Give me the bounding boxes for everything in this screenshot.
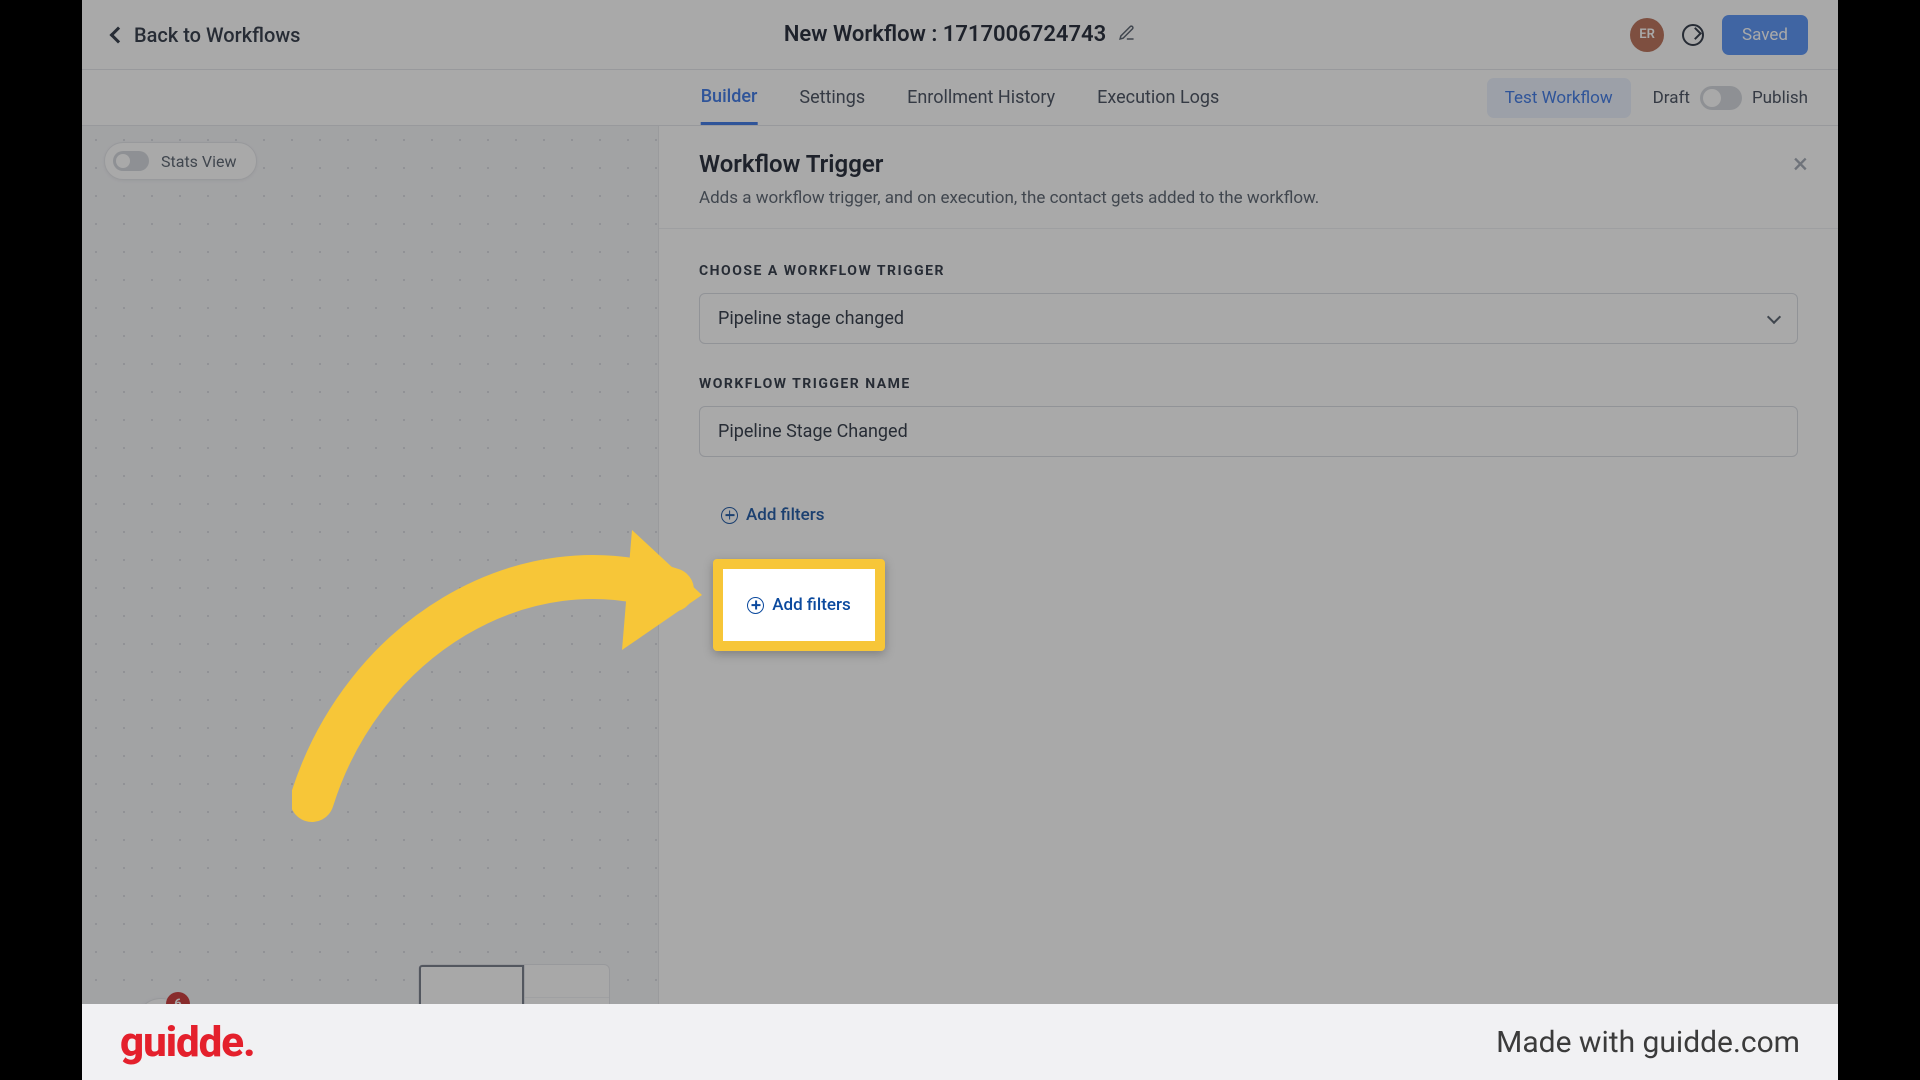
stats-view-toggle[interactable] [113, 151, 149, 171]
back-label: Back to Workflows [134, 23, 300, 47]
guidde-footer: guidde. Made with guidde.com [82, 1004, 1838, 1080]
made-with-label: Made with guidde.com [1496, 1025, 1800, 1060]
version-history-icon[interactable] [1682, 24, 1704, 46]
publish-toggle-wrap: Draft Publish [1653, 86, 1808, 110]
plus-circle-icon [721, 507, 738, 524]
add-filters-label: Add filters [746, 505, 824, 525]
tutorial-highlight-box: Add filters [713, 559, 885, 651]
publish-label: Publish [1752, 88, 1808, 108]
plus-circle-icon [747, 597, 764, 614]
chevron-down-icon [1767, 309, 1781, 323]
tab-builder[interactable]: Builder [701, 70, 758, 125]
top-bar: Back to Workflows New Workflow : 1717006… [82, 0, 1838, 70]
panel-header: Workflow Trigger Adds a workflow trigger… [659, 126, 1838, 229]
tabs-row: Builder Settings Enrollment History Exec… [82, 70, 1838, 126]
draft-label: Draft [1653, 88, 1690, 108]
publish-toggle[interactable] [1700, 86, 1742, 110]
saved-button[interactable]: Saved [1722, 15, 1808, 55]
chevron-left-icon [110, 26, 127, 43]
trigger-select[interactable]: Pipeline stage changed [699, 293, 1798, 344]
stats-view-label: Stats View [161, 152, 236, 171]
tabs-list: Builder Settings Enrollment History Exec… [701, 70, 1220, 125]
tab-enrollment-history[interactable]: Enrollment History [907, 70, 1055, 125]
app-frame: Back to Workflows New Workflow : 1717006… [82, 0, 1838, 1080]
user-avatar[interactable]: ER [1630, 18, 1664, 52]
pencil-icon [1118, 24, 1136, 42]
add-filters-link-panel[interactable]: Add filters [699, 489, 846, 541]
test-workflow-button[interactable]: Test Workflow [1487, 78, 1631, 118]
panel-subtitle: Adds a workflow trigger, and on executio… [699, 188, 1798, 208]
tab-execution-logs[interactable]: Execution Logs [1097, 70, 1219, 125]
back-to-workflows-link[interactable]: Back to Workflows [112, 23, 300, 47]
tabs-right: Test Workflow Draft Publish [1487, 78, 1838, 118]
stats-view-pill[interactable]: Stats View [104, 142, 257, 180]
tab-settings[interactable]: Settings [799, 70, 865, 125]
add-filters-label-highlight: Add filters [772, 595, 850, 615]
choose-trigger-label: CHOOSE A WORKFLOW TRIGGER [699, 263, 1798, 279]
panel-title: Workflow Trigger [699, 150, 1798, 178]
close-panel-button[interactable]: × [1793, 150, 1808, 178]
trigger-name-value: Pipeline Stage Changed [718, 421, 908, 442]
trigger-selected-value: Pipeline stage changed [718, 308, 904, 329]
workflow-title: New Workflow : 1717006724743 [784, 22, 1106, 47]
guidde-logo: guidde. [120, 1018, 255, 1067]
trigger-name-input[interactable]: Pipeline Stage Changed [699, 406, 1798, 457]
workflow-title-wrap: New Workflow : 1717006724743 [784, 22, 1136, 47]
edit-title-button[interactable] [1118, 24, 1136, 46]
top-bar-right: ER Saved [1630, 15, 1808, 55]
add-filters-link[interactable]: Add filters [747, 595, 850, 615]
trigger-name-label: WORKFLOW TRIGGER NAME [699, 376, 1798, 392]
panel-body: CHOOSE A WORKFLOW TRIGGER Pipeline stage… [659, 229, 1838, 575]
